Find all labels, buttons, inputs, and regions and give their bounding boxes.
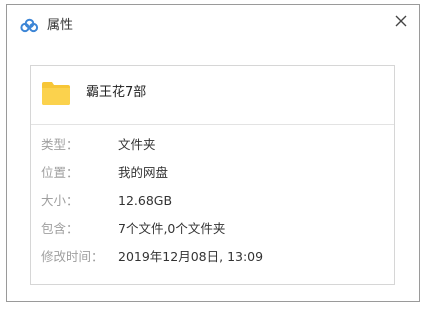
property-value: 我的网盘 (118, 165, 169, 180)
property-row-location: 位置： 我的网盘 (31, 165, 394, 193)
title-bar: 属性 (7, 5, 419, 45)
property-list: 类型： 文件夹 位置： 我的网盘 大小： 12.68GB 包含： 7个文件,0个… (31, 137, 394, 277)
file-header: 霸王花7部 (31, 66, 394, 125)
dialog-title: 属性 (47, 18, 74, 33)
properties-panel: 霸王花7部 类型： 文件夹 位置： 我的网盘 大小： 12.68GB 包含： 7… (30, 65, 395, 285)
property-label: 修改时间： (41, 249, 104, 264)
properties-dialog: 属性 霸王花7部 类型： 文件夹 位置： 我的网盘 大小： 12.68GB 包含… (6, 4, 420, 302)
property-row-contains: 包含： 7个文件,0个文件夹 (31, 221, 394, 249)
property-label: 类型： (41, 137, 79, 152)
property-label: 位置： (41, 165, 79, 180)
property-label: 大小： (41, 193, 79, 208)
property-value: 12.68GB (118, 193, 173, 208)
close-icon[interactable] (391, 11, 411, 31)
close-button[interactable] (391, 11, 411, 31)
property-value: 2019年12月08日, 13:09 (118, 249, 264, 264)
cloud-app-icon (19, 18, 39, 34)
property-value: 7个文件,0个文件夹 (118, 221, 226, 236)
property-row-size: 大小： 12.68GB (31, 193, 394, 221)
property-value: 文件夹 (118, 137, 156, 152)
folder-icon (41, 80, 71, 106)
file-name: 霸王花7部 (86, 85, 147, 100)
property-row-type: 类型： 文件夹 (31, 137, 394, 165)
property-label: 包含： (41, 221, 79, 236)
property-row-modified: 修改时间： 2019年12月08日, 13:09 (31, 249, 394, 277)
